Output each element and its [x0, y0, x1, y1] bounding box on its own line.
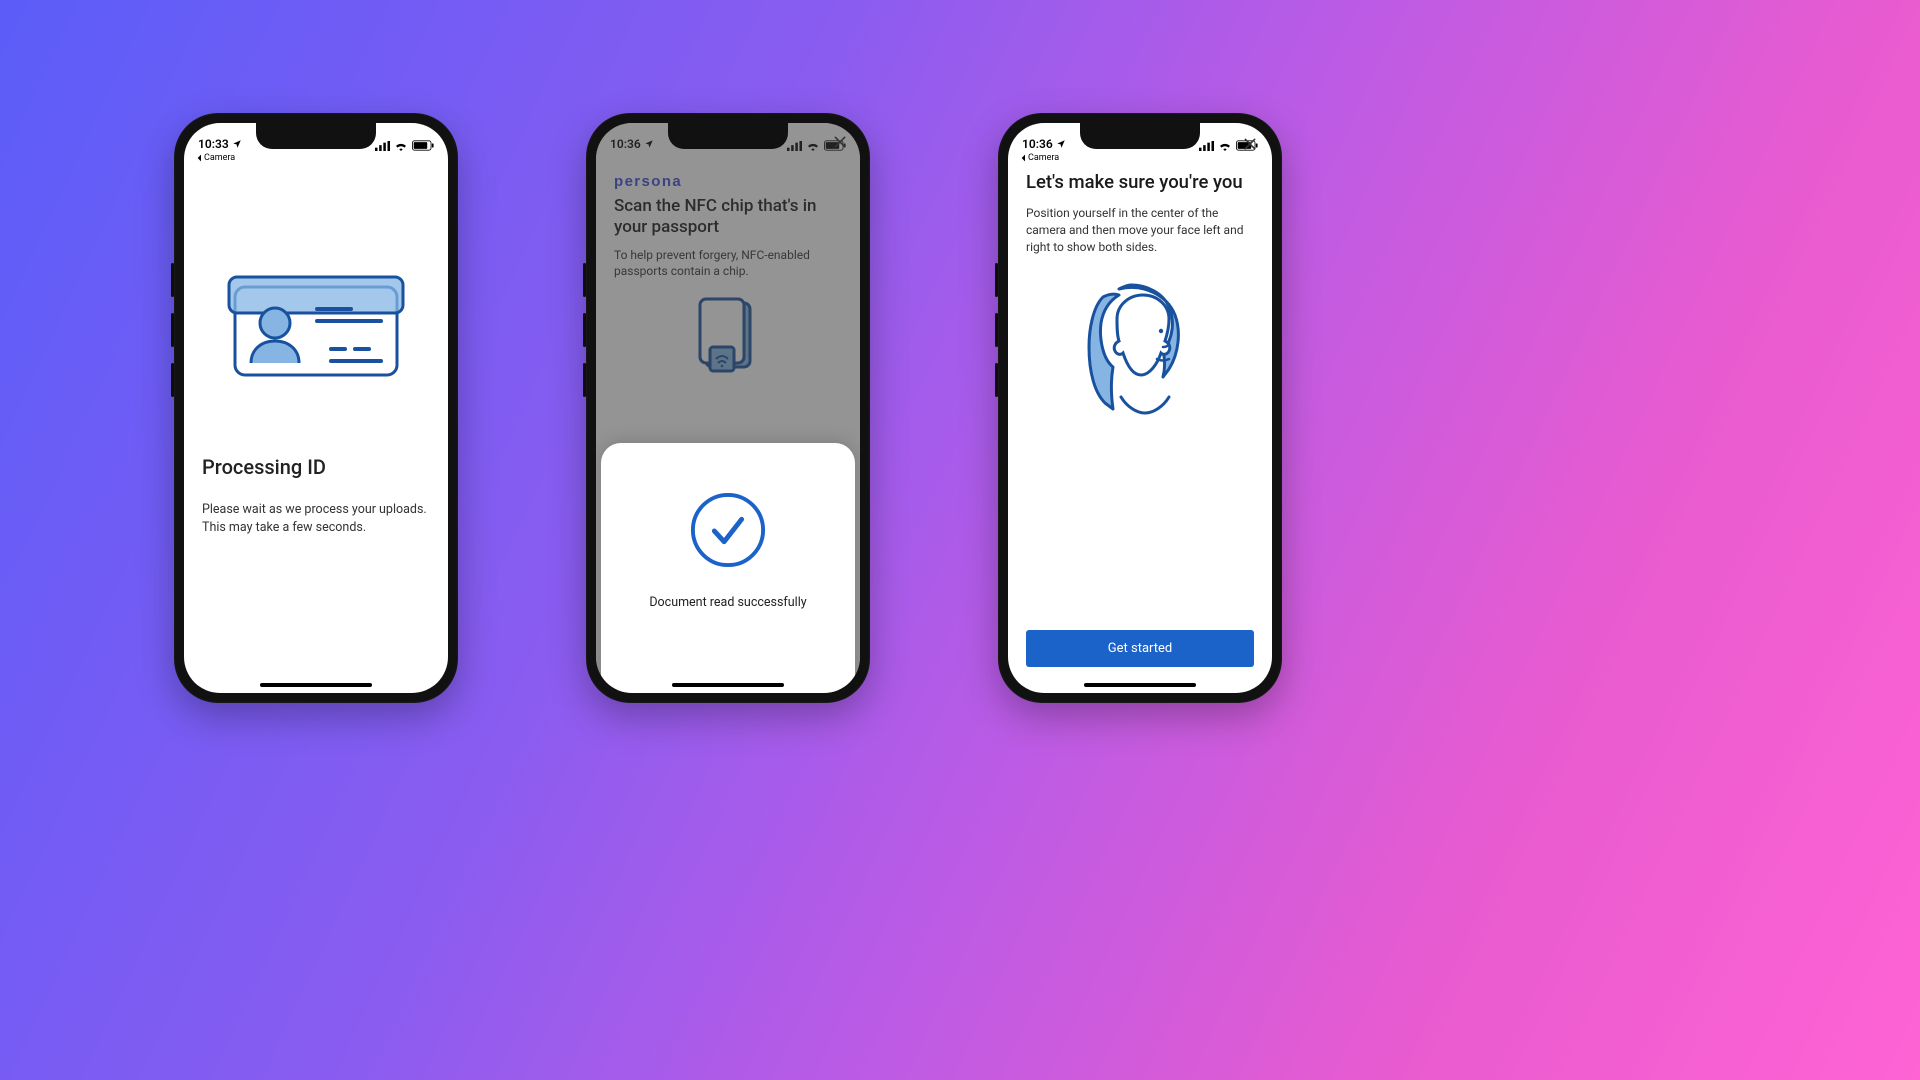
- get-started-button[interactable]: Get started: [1026, 630, 1254, 667]
- selfie-body: Position yourself in the center of the c…: [1026, 205, 1246, 255]
- selfie-title: Let's make sure you're you: [1026, 171, 1254, 193]
- id-card-scan-icon: [221, 267, 411, 391]
- phone-mockup-2: 10:36 persona Scan the NFC chip that's i…: [586, 113, 870, 703]
- screen-content: Let's make sure you're you Position your…: [1008, 123, 1272, 693]
- face-illustration-icon: [1075, 279, 1205, 423]
- phone-mockup-3: 10:36 Camera Let's make sure you're: [998, 113, 1282, 703]
- phone-screen-3: 10:36 Camera Let's make sure you're: [1008, 123, 1272, 693]
- screen-content: Processing ID Please wait as we process …: [184, 123, 448, 693]
- home-indicator[interactable]: [1084, 683, 1196, 687]
- phone-notch: [668, 123, 788, 149]
- phone-screen-2: 10:36 persona Scan the NFC chip that's i…: [596, 123, 860, 693]
- success-sheet: Document read successfully: [601, 443, 855, 693]
- processing-body: Please wait as we process your uploads. …: [202, 501, 430, 536]
- phone-screen-1: 10:33 Camera: [184, 123, 448, 693]
- home-indicator[interactable]: [260, 683, 372, 687]
- close-button[interactable]: [1242, 133, 1258, 157]
- phone-mockup-1: 10:33 Camera: [174, 113, 458, 703]
- screen-content: persona Scan the NFC chip that's in your…: [596, 123, 860, 693]
- close-icon: [1242, 136, 1258, 152]
- processing-title: Processing ID: [202, 455, 430, 479]
- success-check-icon: [689, 491, 767, 569]
- showcase-stage: 10:33 Camera: [0, 0, 1456, 816]
- success-message: Document read successfully: [649, 595, 806, 610]
- home-indicator[interactable]: [672, 683, 784, 687]
- phone-notch: [256, 123, 376, 149]
- phone-notch: [1080, 123, 1200, 149]
